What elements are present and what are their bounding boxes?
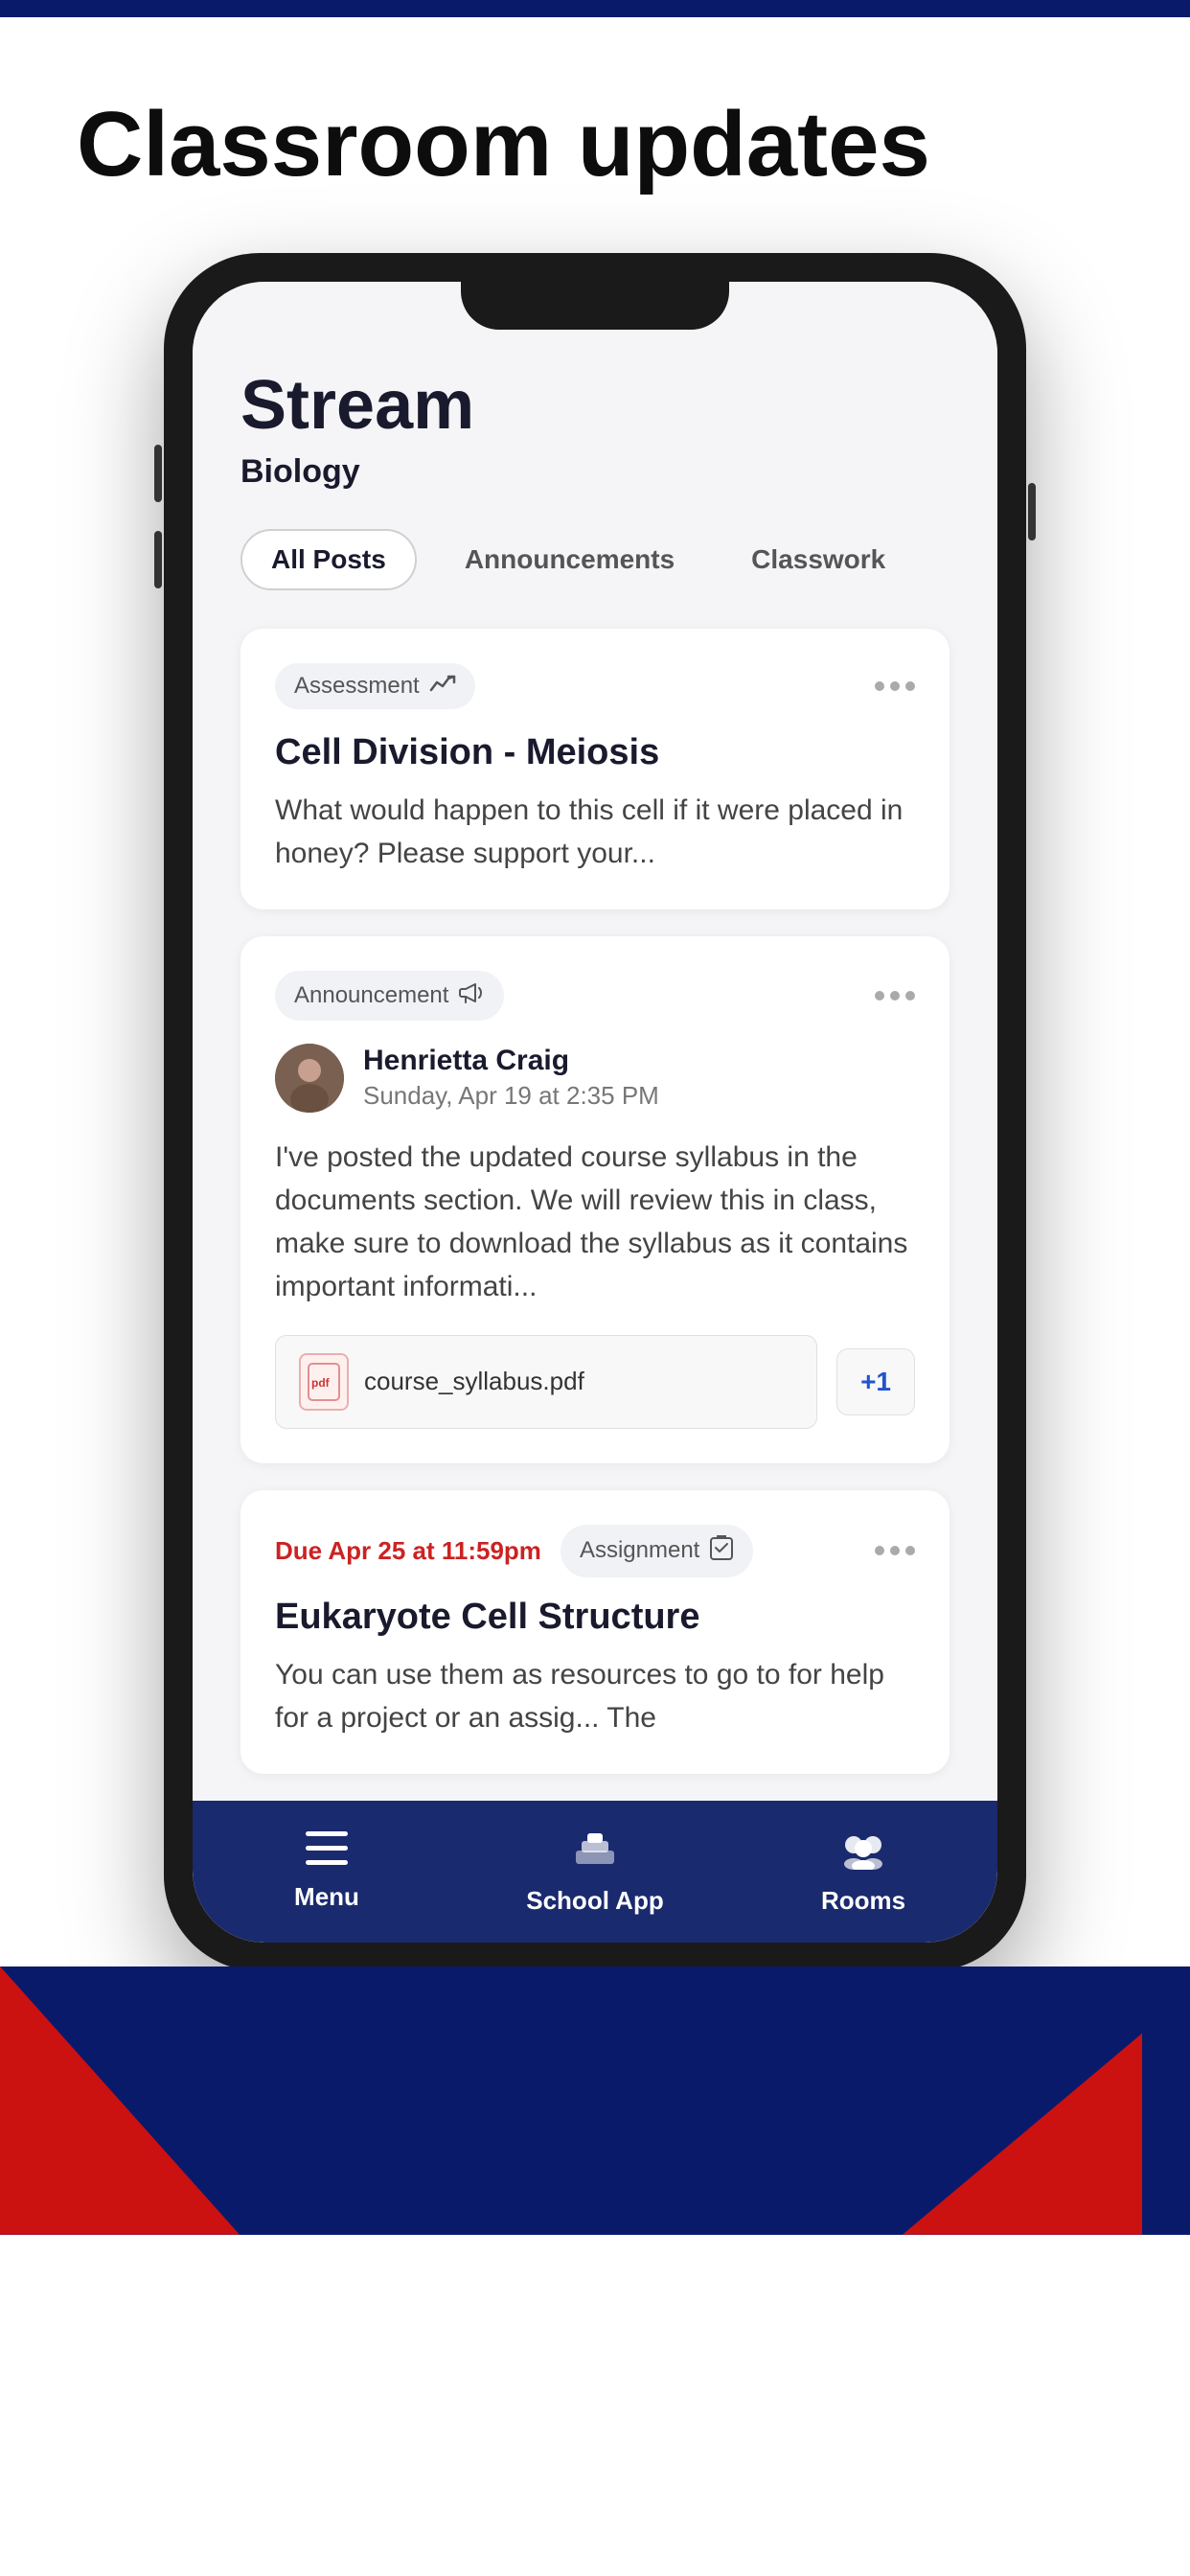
top-status-bar [0,0,1190,17]
rooms-icon [838,1828,888,1876]
card-assignment-body: You can use them as resources to go to f… [275,1653,915,1739]
nav-school-label: School App [526,1886,663,1916]
bottom-nav: Menu School App [193,1801,997,1943]
megaphone-icon [458,980,485,1011]
tab-all-posts[interactable]: All Posts [240,529,417,590]
bottom-red-right-shape [903,1966,1142,2235]
bottom-red-left-shape [0,1966,240,2235]
pdf-filename: course_syllabus.pdf [364,1367,584,1396]
tabs-row: All Posts Announcements Classwork [240,529,950,590]
card-assignment-header: Due Apr 25 at 11:59pm Assignment [275,1525,915,1577]
card-announcement: Announcement [240,936,950,1463]
assignment-tag: Assignment [561,1525,753,1577]
attachment-row: pdf course_syllabus.pdf +1 [275,1335,915,1429]
tab-announcements[interactable]: Announcements [436,529,703,590]
page-title: Classroom updates [77,94,1113,196]
tab-classwork[interactable]: Classwork [722,529,914,590]
phone-notch [461,282,729,330]
svg-text:pdf: pdf [311,1376,331,1390]
card-announcement-header: Announcement [275,971,915,1021]
bottom-area [0,1966,1190,2235]
avatar [275,1044,344,1113]
announcement-tag-label: Announcement [294,982,448,1009]
stream-heading: Stream Biology [240,368,950,491]
nav-menu[interactable]: Menu [193,1801,461,1943]
side-button-power [1028,483,1036,540]
card-assessment-more[interactable] [875,681,915,691]
stream-title: Stream [240,368,950,444]
card-assessment-title: Cell Division - Meiosis [275,732,915,773]
card-announcement-body: I've posted the updated course syllabus … [275,1136,915,1308]
card-assignment: Due Apr 25 at 11:59pm Assignment [240,1490,950,1774]
announcement-tag: Announcement [275,971,504,1021]
side-button-vol-up [154,445,162,502]
author-name: Henrietta Craig [363,1045,659,1077]
phone-mockup: Stream Biology All Posts Announcements C… [164,253,1026,1971]
card-assessment-body: What would happen to this cell if it wer… [275,789,915,875]
main-area: Classroom updates Stream Biology [0,17,1190,1971]
side-button-vol-down [154,531,162,588]
card-assessment: Assessment [240,629,950,909]
chart-icon [429,673,456,700]
author-date: Sunday, Apr 19 at 2:35 PM [363,1081,659,1111]
card-assessment-header: Assessment [275,663,915,709]
card-assignment-more[interactable] [875,1546,915,1555]
nav-menu-label: Menu [294,1882,359,1912]
assignment-tag-label: Assignment [580,1537,699,1564]
phone-screen: Stream Biology All Posts Announcements C… [193,282,997,1943]
avatar-image [275,1044,344,1113]
author-info: Henrietta Craig Sunday, Apr 19 at 2:35 P… [363,1045,659,1111]
due-date: Due Apr 25 at 11:59pm [275,1536,541,1566]
nav-school-app[interactable]: School App [461,1801,729,1943]
nav-rooms-label: Rooms [821,1886,905,1916]
nav-rooms[interactable]: Rooms [729,1801,997,1943]
card-assignment-title: Eukaryote Cell Structure [275,1597,915,1638]
screen-content: Stream Biology All Posts Announcements C… [193,282,997,1774]
school-icon [570,1828,620,1876]
pdf-attachment[interactable]: pdf course_syllabus.pdf [275,1335,817,1429]
menu-icon [306,1831,348,1873]
attachment-extra-count[interactable]: +1 [836,1348,915,1415]
assessment-tag-label: Assessment [294,673,420,700]
author-row: Henrietta Craig Sunday, Apr 19 at 2:35 P… [275,1044,915,1113]
stream-subject: Biology [240,453,950,491]
page-wrapper: Classroom updates Stream Biology [0,0,1190,2576]
phone-wrapper: Stream Biology All Posts Announcements C… [77,253,1113,1971]
pdf-icon: pdf [299,1353,349,1411]
clipboard-icon [709,1534,734,1568]
assessment-tag: Assessment [275,663,475,709]
card-announcement-more[interactable] [875,991,915,1000]
